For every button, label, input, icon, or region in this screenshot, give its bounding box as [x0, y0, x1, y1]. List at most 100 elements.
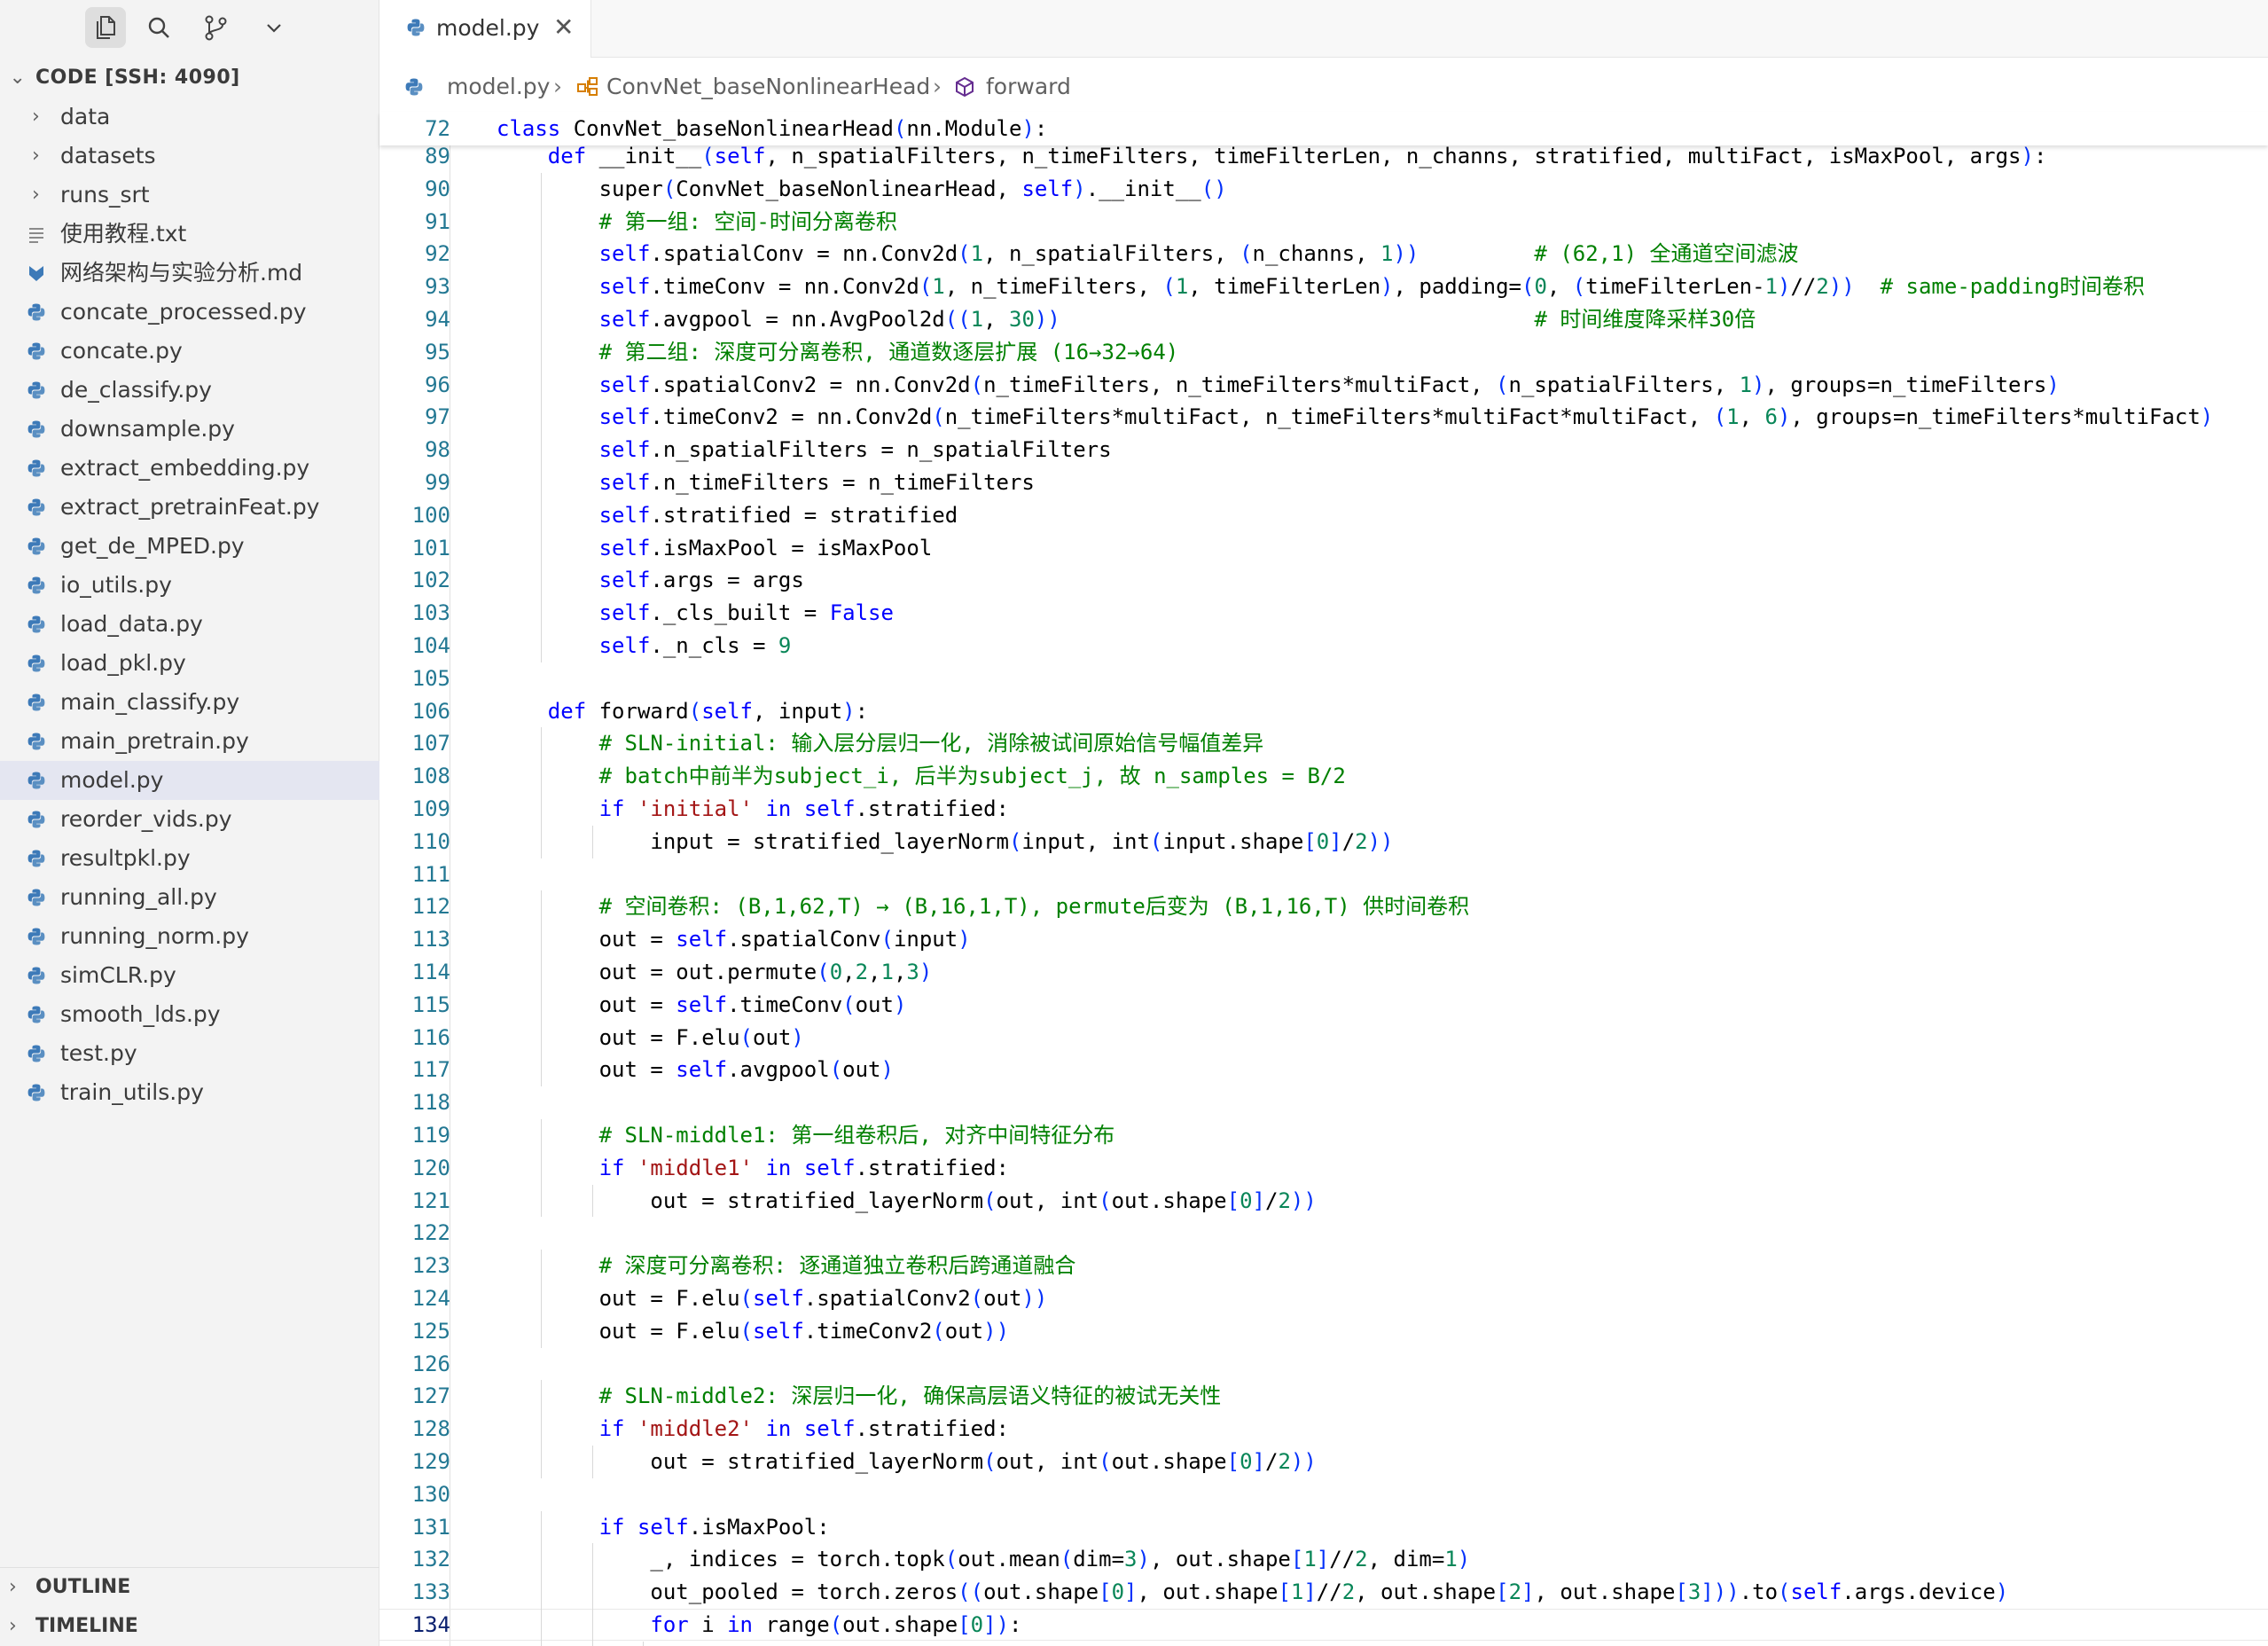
- file-item[interactable]: running_all.py: [0, 878, 379, 917]
- file-item[interactable]: main_pretrain.py: [0, 722, 379, 761]
- code-line[interactable]: 121 out = stratified_layerNorm(out, int(…: [379, 1184, 2268, 1218]
- code-line[interactable]: 110 input = stratified_layerNorm(input, …: [379, 825, 2268, 858]
- file-item[interactable]: 网络架构与实验分析.md: [0, 254, 379, 293]
- file-item[interactable]: running_norm.py: [0, 917, 379, 956]
- code-line[interactable]: 106 def forward(self, input):: [379, 695, 2268, 727]
- code-line[interactable]: 132 _, indices = torch.topk(out.mean(dim…: [379, 1543, 2268, 1577]
- file-item[interactable]: downsample.py: [0, 410, 379, 449]
- file-item[interactable]: concate.py: [0, 332, 379, 371]
- code-line[interactable]: 113 out = self.spatialConv(input): [379, 923, 2268, 956]
- explorer-section-header[interactable]: ⌄ CODE [SSH: 4090]: [0, 59, 379, 98]
- folder-item-runs-srt[interactable]: › runs_srt: [0, 176, 379, 215]
- code-text: out = stratified_layerNorm(out, int(out.…: [497, 1187, 1317, 1213]
- code-line[interactable]: 114 out = out.permute(0,2,1,3): [379, 956, 2268, 989]
- code-line[interactable]: 109 if 'initial' in self.stratified:: [379, 793, 2268, 826]
- code-line[interactable]: 111: [379, 858, 2268, 890]
- file-item[interactable]: reorder_vids.py: [0, 800, 379, 839]
- file-item[interactable]: smooth_lds.py: [0, 995, 379, 1034]
- file-item[interactable]: 使用教程.txt: [0, 215, 379, 254]
- sticky-scroll-header[interactable]: 72 class ConvNet_baseNonlinearHead(nn.Mo…: [379, 112, 2268, 145]
- code-line[interactable]: 95 # 第二组: 深度可分离卷积, 通道数逐层扩展 (16→32→64): [379, 335, 2268, 369]
- code-line[interactable]: 119 # SLN-middle1: 第一组卷积后, 对齐中间特征分布: [379, 1119, 2268, 1152]
- code-line[interactable]: 123 # 深度可分离卷积: 逐通道独立卷积后跨通道融合: [379, 1250, 2268, 1282]
- file-item[interactable]: test.py: [0, 1034, 379, 1073]
- code-line[interactable]: 90 super(ConvNet_baseNonlinearHead, self…: [379, 172, 2268, 206]
- file-item[interactable]: model.py: [0, 761, 379, 800]
- code-line[interactable]: 133 out_pooled = torch.zeros((out.shape[…: [379, 1576, 2268, 1609]
- file-item[interactable]: extract_pretrainFeat.py: [0, 488, 379, 527]
- file-item[interactable]: load_pkl.py: [0, 644, 379, 683]
- code-line[interactable]: 127 # SLN-middle2: 深层归一化, 确保高层语义特征的被试无关性: [379, 1380, 2268, 1414]
- code-line[interactable]: 131 if self.isMaxPool:: [379, 1510, 2268, 1544]
- file-item[interactable]: de_classify.py: [0, 371, 379, 410]
- file-item[interactable]: simCLR.py: [0, 956, 379, 995]
- code-line[interactable]: 93 self.timeConv = nn.Conv2d(1, n_timeFi…: [379, 270, 2268, 303]
- code-line[interactable]: 101 self.isMaxPool = isMaxPool: [379, 531, 2268, 565]
- file-item[interactable]: get_de_MPED.py: [0, 527, 379, 566]
- code-line[interactable]: 108 # batch中前半为subject_i, 后半为subject_j, …: [379, 760, 2268, 793]
- indent-guide: [540, 564, 542, 598]
- code-line[interactable]: 115 out = self.timeConv(out): [379, 988, 2268, 1022]
- tab-model-py[interactable]: model.py ✕: [379, 0, 591, 58]
- code-line[interactable]: 116 out = F.elu(out): [379, 1021, 2268, 1054]
- file-item[interactable]: io_utils.py: [0, 566, 379, 605]
- folder-item-datasets[interactable]: › datasets: [0, 137, 379, 176]
- file-name: de_classify.py: [60, 377, 212, 403]
- python-file-icon: [27, 772, 45, 789]
- file-item[interactable]: resultpkl.py: [0, 839, 379, 878]
- code-line[interactable]: 128 if 'middle2' in self.stratified:: [379, 1413, 2268, 1446]
- code-line[interactable]: 135 out_pooled[i, :, :] = out[i,indices[…: [379, 1641, 2268, 1646]
- chevron-right-icon: ›: [9, 1615, 17, 1637]
- code-line[interactable]: 112 # 空间卷积: (B,1,62,T) → (B,16,1,T), per…: [379, 890, 2268, 924]
- code-line[interactable]: 125 out = F.elu(self.timeConv2(out)): [379, 1314, 2268, 1348]
- close-icon[interactable]: ✕: [553, 0, 574, 55]
- code-line[interactable]: 100 self.stratified = stratified: [379, 498, 2268, 532]
- line-number: 101: [411, 535, 450, 560]
- code-line[interactable]: 98 self.n_spatialFilters = n_spatialFilt…: [379, 434, 2268, 466]
- breadcrumb-file[interactable]: model.py: [447, 62, 550, 112]
- code-line[interactable]: 89 def __init__(self, n_spatialFilters, …: [379, 145, 2268, 172]
- file-name: running_norm.py: [60, 923, 249, 949]
- code-line[interactable]: 92 self.spatialConv = nn.Conv2d(1, n_spa…: [379, 238, 2268, 271]
- breadcrumb-class[interactable]: ConvNet_baseNonlinearHead: [606, 62, 930, 112]
- code-line[interactable]: 102 self.args = args: [379, 564, 2268, 598]
- code-view[interactable]: 89 def __init__(self, n_spatialFilters, …: [379, 145, 2268, 1646]
- code-line[interactable]: 104 self._n_cls = 9: [379, 630, 2268, 662]
- outline-section[interactable]: › OUTLINE: [0, 1568, 379, 1607]
- file-item[interactable]: extract_embedding.py: [0, 449, 379, 488]
- code-line[interactable]: 130: [379, 1478, 2268, 1510]
- code-line[interactable]: 120 if 'middle1' in self.stratified:: [379, 1151, 2268, 1185]
- search-icon[interactable]: [138, 7, 179, 48]
- line-number: 95: [425, 339, 450, 364]
- file-item[interactable]: load_data.py: [0, 605, 379, 644]
- explorer-icon[interactable]: [85, 7, 126, 48]
- file-item[interactable]: main_classify.py: [0, 683, 379, 722]
- code-line[interactable]: 97 self.timeConv2 = nn.Conv2d(n_timeFilt…: [379, 401, 2268, 435]
- code-line[interactable]: 103 self._cls_built = False: [379, 597, 2268, 630]
- code-line[interactable]: 105: [379, 662, 2268, 694]
- timeline-section[interactable]: › TIMELINE: [0, 1607, 379, 1646]
- file-item[interactable]: train_utils.py: [0, 1073, 379, 1112]
- code-line[interactable]: 96 self.spatialConv2 = nn.Conv2d(n_timeF…: [379, 368, 2268, 402]
- code-line[interactable]: 91 # 第一组: 空间-时间分离卷积: [379, 205, 2268, 239]
- code-line[interactable]: 134 for i in range(out.shape[0]):: [379, 1609, 2268, 1642]
- code-text: super(ConvNet_baseNonlinearHead, self)._…: [497, 176, 1227, 201]
- code-line[interactable]: 129 out = stratified_layerNorm(out, int(…: [379, 1446, 2268, 1478]
- code-line[interactable]: 118: [379, 1086, 2268, 1118]
- file-name: train_utils.py: [60, 1079, 204, 1105]
- folder-item-data[interactable]: › data: [0, 98, 379, 137]
- code-line[interactable]: 126: [379, 1348, 2268, 1380]
- indent-guide: [540, 498, 542, 532]
- code-line[interactable]: 94 self.avgpool = nn.AvgPool2d((1, 30)) …: [379, 303, 2268, 336]
- breadcrumb-method[interactable]: forward: [986, 62, 1071, 112]
- code-line[interactable]: 99 self.n_timeFilters = n_timeFilters: [379, 466, 2268, 499]
- source-control-icon[interactable]: [195, 7, 236, 48]
- indent-guide: [540, 923, 542, 956]
- code-line[interactable]: 117 out = self.avgpool(out): [379, 1054, 2268, 1087]
- file-item[interactable]: concate_processed.py: [0, 293, 379, 332]
- code-line[interactable]: 107 # SLN-initial: 输入层分层归一化, 消除被试间原始信号幅值…: [379, 727, 2268, 761]
- indent-guide: [591, 1543, 593, 1577]
- code-line[interactable]: 122: [379, 1217, 2268, 1249]
- code-line[interactable]: 124 out = F.elu(self.spatialConv2(out)): [379, 1282, 2268, 1315]
- chevron-down-icon[interactable]: [254, 7, 294, 48]
